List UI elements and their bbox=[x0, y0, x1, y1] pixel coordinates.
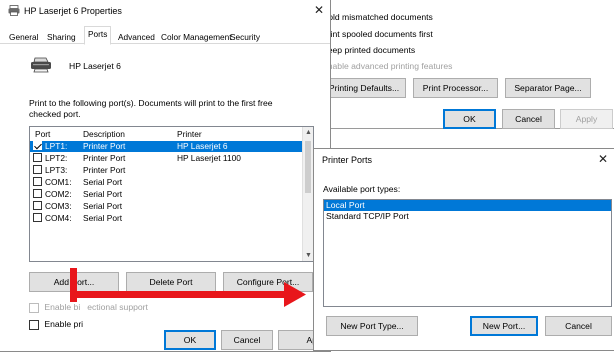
printer-icon bbox=[8, 5, 20, 18]
bidirectional-label: Enable bi ectional support bbox=[44, 302, 148, 312]
printer-properties-window: HP Laserjet 6 Properties ✕ General Shari… bbox=[0, 0, 331, 352]
port-checkbox[interactable] bbox=[33, 177, 42, 186]
port-type-local[interactable]: Local Port bbox=[324, 200, 611, 211]
table-row[interactable]: COM4: Serial Port bbox=[30, 213, 302, 224]
scroll-up-icon[interactable]: ▲ bbox=[303, 127, 313, 138]
port-cell-printer: HP Laserjet 1100 bbox=[177, 153, 241, 163]
properties-tab-bar: General Sharing Ports Advanced Color Man… bbox=[0, 26, 330, 45]
port-types-list: Local Port Standard TCP/IP Port bbox=[323, 199, 612, 307]
printing-defaults-button[interactable]: Printing Defaults... bbox=[322, 78, 406, 98]
pooling-label: Enable pri bbox=[44, 319, 84, 329]
configure-port-button[interactable]: Configure Port... bbox=[223, 272, 313, 292]
close-icon[interactable]: ✕ bbox=[314, 4, 324, 16]
table-row[interactable]: LPT3: Printer Port bbox=[30, 165, 302, 176]
option-hold-mismatched[interactable]: Hold mismatched documents bbox=[322, 12, 433, 22]
port-cell-description: Printer Port bbox=[83, 141, 126, 151]
column-port[interactable]: Port bbox=[35, 127, 50, 141]
printer-ports-title-bar: Printer Ports ✕ bbox=[314, 149, 614, 171]
tab-advanced[interactable]: Advanced bbox=[114, 29, 159, 44]
advanced-cancel-button[interactable]: Cancel bbox=[502, 109, 555, 129]
print-processor-button[interactable]: Print Processor... bbox=[413, 78, 498, 98]
table-row[interactable]: COM3: Serial Port bbox=[30, 201, 302, 212]
column-description[interactable]: Description bbox=[83, 127, 125, 141]
port-cell-description: Serial Port bbox=[83, 189, 123, 199]
port-cell-port: COM2: bbox=[45, 189, 72, 199]
separator-page-button[interactable]: Separator Page... bbox=[505, 78, 591, 98]
tab-color-management[interactable]: Color Management bbox=[157, 29, 236, 44]
properties-ok-button[interactable]: OK bbox=[164, 330, 216, 350]
scrollbar-thumb[interactable] bbox=[305, 141, 311, 193]
printer-pooling-checkbox[interactable]: Enable pri bbox=[29, 319, 83, 330]
port-checkbox[interactable] bbox=[33, 213, 42, 222]
option-print-spooled-first[interactable]: Print spooled documents first bbox=[322, 29, 433, 39]
port-cell-description: Serial Port bbox=[83, 201, 123, 211]
port-cell-description: Printer Port bbox=[83, 165, 126, 175]
properties-title-bar: HP Laserjet 6 Properties ✕ bbox=[0, 0, 330, 22]
tab-security[interactable]: Security bbox=[226, 29, 264, 44]
port-cell-port: COM1: bbox=[45, 177, 72, 187]
close-icon[interactable]: ✕ bbox=[598, 153, 608, 165]
port-cell-port: LPT2: bbox=[45, 153, 68, 163]
option-enable-advanced-features: Enable advanced printing features bbox=[322, 61, 453, 71]
advanced-apply-button: Apply bbox=[560, 109, 613, 129]
table-row[interactable]: LPT1: Printer Port HP Laserjet 6 bbox=[30, 141, 302, 152]
table-row[interactable]: LPT2: Printer Port HP Laserjet 1100 bbox=[30, 153, 302, 164]
port-cell-description: Serial Port bbox=[83, 177, 123, 187]
table-row[interactable]: COM2: Serial Port bbox=[30, 189, 302, 200]
column-printer[interactable]: Printer bbox=[177, 127, 202, 141]
table-header: Port Description Printer bbox=[30, 127, 302, 141]
tab-ports[interactable]: Ports bbox=[84, 26, 112, 45]
properties-cancel-button[interactable]: Cancel bbox=[221, 330, 273, 350]
port-cell-port: COM4: bbox=[45, 213, 72, 223]
printer-name: HP Laserjet 6 bbox=[69, 61, 121, 71]
properties-window-title: HP Laserjet 6 Properties bbox=[24, 6, 122, 16]
port-checkbox[interactable] bbox=[33, 153, 42, 162]
tab-general[interactable]: General bbox=[5, 29, 43, 44]
bidirectional-support-checkbox: Enable bi ectional support bbox=[29, 302, 148, 313]
port-cell-port: LPT3: bbox=[45, 165, 68, 175]
pooling-checkbox-box[interactable] bbox=[29, 319, 39, 330]
printer-large-icon bbox=[30, 57, 52, 75]
printer-ports-title: Printer Ports bbox=[322, 155, 373, 165]
port-cell-port: COM3: bbox=[45, 201, 72, 211]
new-port-type-button[interactable]: New Port Type... bbox=[326, 316, 418, 336]
ports-scrollbar[interactable]: ▲ ▼ bbox=[302, 127, 313, 261]
port-checkbox[interactable] bbox=[33, 189, 42, 198]
new-port-button[interactable]: New Port... bbox=[470, 316, 538, 336]
port-checkbox[interactable] bbox=[33, 165, 42, 174]
port-type-standard-tcpip[interactable]: Standard TCP/IP Port bbox=[324, 211, 611, 222]
port-checkbox[interactable] bbox=[33, 201, 42, 210]
bidirectional-checkbox-box bbox=[29, 302, 39, 313]
port-checkbox[interactable] bbox=[33, 141, 42, 150]
table-row[interactable]: COM1: Serial Port bbox=[30, 177, 302, 188]
advanced-ok-button[interactable]: OK bbox=[443, 109, 496, 129]
advanced-properties-window: Hold mismatched documents Print spooled … bbox=[309, 0, 614, 129]
ports-cancel-button[interactable]: Cancel bbox=[545, 316, 612, 336]
ports-table: Port Description Printer LPT1: Printer Po… bbox=[29, 126, 314, 262]
option-keep-printed[interactable]: Keep printed documents bbox=[322, 45, 415, 55]
printer-ports-dialog: Printer Ports ✕ Available port types: Lo… bbox=[313, 148, 614, 351]
tab-sharing[interactable]: Sharing bbox=[43, 29, 80, 44]
ports-instructions: Print to the following port(s). Document… bbox=[29, 98, 273, 119]
port-cell-description: Printer Port bbox=[83, 153, 126, 163]
port-cell-description: Serial Port bbox=[83, 213, 123, 223]
available-port-types-label: Available port types: bbox=[323, 184, 401, 194]
add-port-button[interactable]: Add Port... bbox=[29, 272, 119, 292]
port-cell-port: LPT1: bbox=[45, 141, 68, 151]
port-cell-printer: HP Laserjet 6 bbox=[177, 141, 228, 151]
delete-port-button[interactable]: Delete Port bbox=[126, 272, 216, 292]
